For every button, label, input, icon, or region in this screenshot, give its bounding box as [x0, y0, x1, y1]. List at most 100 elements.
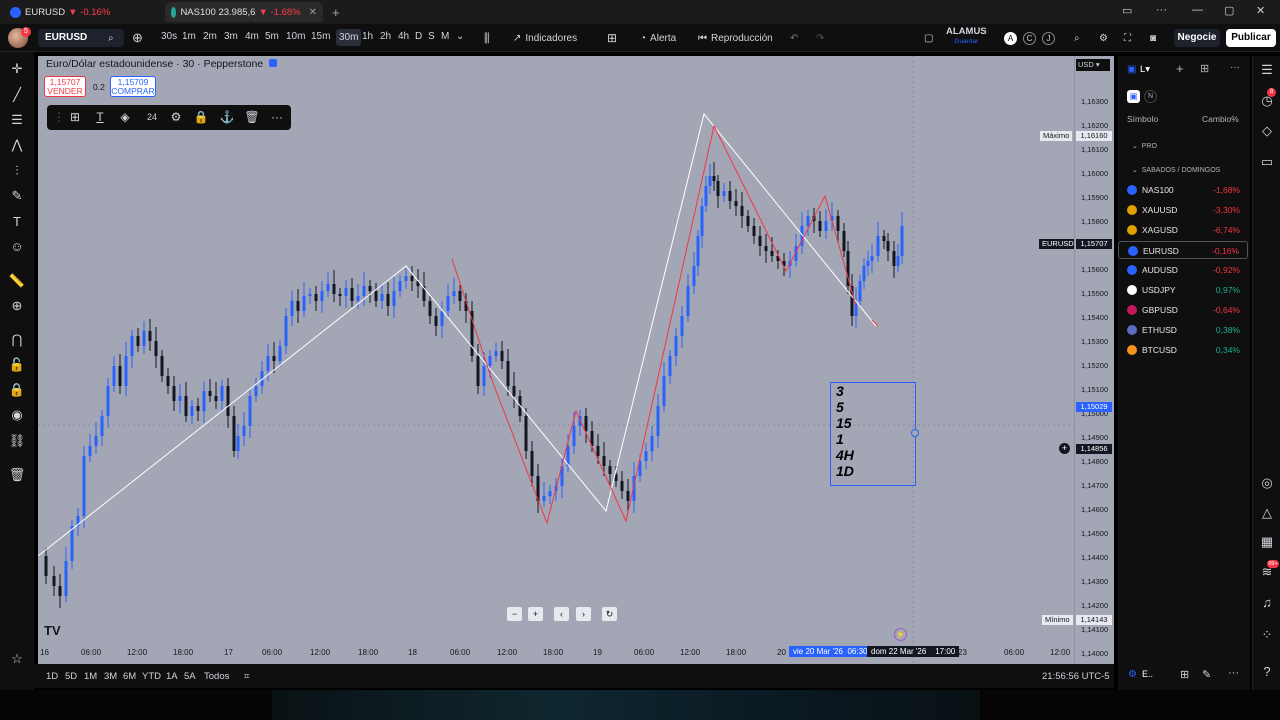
- link-icon[interactable]: ⛓: [8, 432, 26, 450]
- add-alert-plus-icon[interactable]: +: [1059, 443, 1070, 455]
- range-end-label[interactable]: dom 22 Mar '26 17:00: [867, 646, 960, 657]
- timeframe-D[interactable]: D: [415, 31, 422, 42]
- watchlist-flag-icon[interactable]: ▣: [1127, 90, 1140, 103]
- font-size-select[interactable]: 24: [141, 109, 163, 125]
- brush-icon[interactable]: ✎: [8, 187, 26, 205]
- goto-date-icon[interactable]: ⌗: [244, 671, 249, 682]
- minimize-icon[interactable]: —: [1192, 4, 1203, 16]
- chat-icon[interactable]: ▭: [1258, 153, 1276, 171]
- lock-drawings-icon[interactable]: 🔓: [8, 356, 26, 374]
- range-6m[interactable]: 6M: [123, 671, 136, 682]
- timeframe-2h[interactable]: 2h: [380, 31, 391, 42]
- more-options-icon[interactable]: ···: [269, 109, 285, 125]
- template-icon[interactable]: ⊞: [67, 109, 83, 125]
- settings-gear-icon[interactable]: ⚙: [168, 109, 184, 125]
- ruler-icon[interactable]: 📏: [8, 272, 26, 290]
- clock-timezone[interactable]: 21:56:56 UTC-5: [1042, 671, 1110, 682]
- fill-color-icon[interactable]: ◈: [117, 109, 133, 125]
- text-box-resize-handle[interactable]: [911, 429, 919, 437]
- column-header-symbol[interactable]: Símbolo: [1127, 114, 1158, 124]
- timeframe-15m[interactable]: 15m: [311, 31, 330, 42]
- range-start-label[interactable]: vie 20 Mar '26 06:30: [789, 646, 872, 657]
- undo-icon[interactable]: ↶: [790, 29, 798, 47]
- snapshot-camera-icon[interactable]: ◙: [1150, 29, 1156, 47]
- buy-button[interactable]: 1,15709 COMPRAR: [110, 76, 156, 97]
- watchlist-row-xauusd[interactable]: XAUUSD -3,30%: [1118, 201, 1248, 219]
- time-axis[interactable]: 16 06:00 12:00 18:00 17 06:00 12:00 18:00 18 06:0…: [38, 646, 1112, 660]
- layout-name-button[interactable]: ALAMUS Guardar: [946, 27, 987, 46]
- drag-handle-icon[interactable]: ⋮: [51, 109, 67, 125]
- bell-icon[interactable]: ♫: [1258, 594, 1276, 612]
- timeframe-10m[interactable]: 10m: [286, 31, 305, 42]
- hide-drawings-icon[interactable]: ◉: [8, 406, 26, 424]
- range-todos[interactable]: Todos: [204, 671, 229, 682]
- range-5a[interactable]: 5A: [184, 671, 196, 682]
- templates-icon[interactable]: ⊞: [607, 29, 617, 47]
- close-tab-icon[interactable]: ✕: [309, 7, 317, 18]
- timeframe-30m[interactable]: 30m: [336, 29, 362, 46]
- target-icon[interactable]: ◎: [1258, 474, 1276, 492]
- currency-select[interactable]: USD ▾: [1076, 59, 1110, 71]
- range-1a[interactable]: 1A: [166, 671, 178, 682]
- timeframe-S[interactable]: S: [428, 31, 435, 42]
- news-icon[interactable]: N: [1144, 90, 1157, 103]
- price-chart-canvas[interactable]: [38, 56, 1112, 664]
- text-note-box[interactable]: 3 5 15 1 4H 1D: [830, 382, 916, 486]
- timeframe-dropdown-icon[interactable]: ⌄: [456, 31, 464, 42]
- watchlist-row-gbpusd[interactable]: GBPUSD -0,64%: [1118, 301, 1248, 319]
- emoji-icon[interactable]: ☺: [8, 238, 26, 256]
- indicators-button[interactable]: ↗ Indicadores: [513, 29, 577, 47]
- search-icon[interactable]: ⌕: [1074, 29, 1080, 47]
- settings-gear-icon[interactable]: ⚙: [1099, 29, 1108, 47]
- zoom-in-icon[interactable]: ⊕: [8, 297, 26, 315]
- close-window-icon[interactable]: ✕: [1256, 4, 1265, 17]
- reset-chart-button[interactable]: ↻: [602, 607, 617, 621]
- more-options-icon[interactable]: ···: [1228, 667, 1239, 679]
- timeframe-M[interactable]: M: [441, 31, 449, 42]
- layers-icon[interactable]: ◇: [1258, 122, 1276, 140]
- watchlist-row-btcusd[interactable]: BTCUSD 0,34%: [1118, 341, 1248, 359]
- chart-pane[interactable]: Euro/Dólar estadounidense · 30 · Peppers…: [38, 56, 1112, 664]
- triangle-icon[interactable]: △: [1258, 504, 1276, 522]
- zoom-in-button[interactable]: +: [528, 607, 543, 621]
- forecast-icon[interactable]: ⫶: [8, 162, 26, 180]
- lightning-icon[interactable]: ⚡: [894, 628, 907, 641]
- lock-icon[interactable]: 🔒: [8, 381, 26, 399]
- lock-icon[interactable]: 🔒: [193, 109, 209, 125]
- text-tool-icon[interactable]: T: [8, 213, 26, 231]
- watchlist-row-audusd[interactable]: AUDUSD -0,92%: [1118, 261, 1248, 279]
- fib-retracement-icon[interactable]: ☰: [8, 111, 26, 129]
- layout-icon[interactable]: ▢: [924, 29, 933, 47]
- timeframe-3m[interactable]: 3m: [224, 31, 238, 42]
- section-pro[interactable]: ⌄ PRO: [1132, 142, 1157, 150]
- timeframe-5m[interactable]: 5m: [265, 31, 279, 42]
- new-tab-icon[interactable]: +: [326, 2, 346, 22]
- range-3m[interactable]: 3M: [104, 671, 117, 682]
- watchlist-row-nas100[interactable]: NAS100 -1,68%: [1118, 181, 1248, 199]
- redo-icon[interactable]: ↷: [816, 29, 824, 47]
- help-icon[interactable]: ?: [1258, 663, 1276, 681]
- favorites-star-icon[interactable]: ☆: [8, 650, 26, 668]
- trash-icon[interactable]: 🗑: [8, 466, 26, 484]
- watchlist-row-ethusd[interactable]: ETHUSD 0,38%: [1118, 321, 1248, 339]
- trade-button[interactable]: Negocie: [1174, 29, 1220, 47]
- replay-button[interactable]: ⏮ Reproducción: [698, 29, 773, 47]
- more-options-icon[interactable]: ···: [1230, 62, 1240, 73]
- watchlist-name[interactable]: L▾: [1140, 64, 1150, 75]
- watchlist-list-icon[interactable]: ▣: [1127, 64, 1136, 75]
- compare-add-icon[interactable]: ⊕: [132, 29, 143, 47]
- timeframe-4m[interactable]: 4m: [245, 31, 259, 42]
- user-a-icon[interactable]: A: [1004, 29, 1017, 47]
- browser-tab-eurusd[interactable]: EURUSD ▼ -0.16%: [4, 2, 116, 22]
- section-weekend[interactable]: ⌄ SABADOS / DOMINGOS: [1132, 166, 1220, 174]
- alert-button[interactable]: ◔ Alerta: [640, 29, 676, 47]
- user-c-icon[interactable]: C: [1023, 29, 1036, 47]
- timeframe-30s[interactable]: 30s: [161, 31, 177, 42]
- magnet-icon[interactable]: ⋂: [8, 331, 26, 349]
- range-ytd[interactable]: YTD: [142, 671, 161, 682]
- watchlist-row-xagusd[interactable]: XAGUSD -6,74%: [1118, 221, 1248, 239]
- symbol-details-icon[interactable]: ⚙: [1128, 669, 1137, 680]
- watchlist-icon[interactable]: ☰: [1258, 61, 1276, 79]
- scroll-right-button[interactable]: ›: [576, 607, 591, 621]
- maximize-icon[interactable]: ▢: [1224, 4, 1234, 17]
